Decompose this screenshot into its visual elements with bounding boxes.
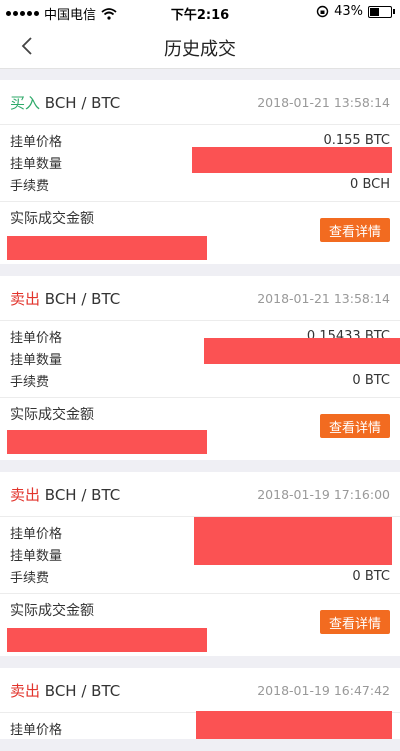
amount-label: 实际成交金额 <box>10 603 94 619</box>
pair-name: BCH / BTC <box>44 93 121 112</box>
order-header: 卖出 BCH / BTC 2018-01-21 13:58:14 <box>0 276 400 321</box>
qty-label: 挂单数量 <box>10 156 63 172</box>
fee-label: 手续费 <box>10 374 50 390</box>
order-header: 卖出 BCH / BTC 2018-01-19 16:47:42 <box>0 668 400 713</box>
price-row: 挂单价格 <box>0 711 400 739</box>
order-side: 买入 <box>10 93 41 112</box>
fee-row: 手续费 0 BTC <box>0 369 400 391</box>
order-pair: 卖出 BCH / BTC <box>10 680 120 701</box>
order-header: 买入 BCH / BTC 2018-01-21 13:58:14 <box>0 80 400 125</box>
order-card: 买入 BCH / BTC 2018-01-21 13:58:14 挂单价格 0.… <box>0 80 400 264</box>
redaction-block <box>7 430 207 454</box>
view-detail-button[interactable]: 查看详情 <box>320 414 390 438</box>
pair-name: BCH / BTC <box>44 289 121 308</box>
qty-row: 挂单数量 <box>0 338 400 369</box>
amount-section: 实际成交金额 查看详情 <box>0 593 400 656</box>
status-bar: 中国电信 下午2:16 43% <box>0 0 400 24</box>
fee-value: 0 BTC <box>352 568 390 584</box>
redaction-block <box>196 711 392 739</box>
status-right: 43% <box>316 4 395 19</box>
fee-value: 0 BCH <box>350 176 390 192</box>
price-label: 挂单价格 <box>10 134 63 150</box>
order-card: 卖出 BCH / BTC 2018-01-21 13:58:14 挂单价格 0.… <box>0 276 400 460</box>
redaction-block <box>7 628 207 652</box>
battery-icon <box>368 5 395 18</box>
redaction-block <box>204 338 400 364</box>
order-list: 买入 BCH / BTC 2018-01-21 13:58:14 挂单价格 0.… <box>0 80 400 751</box>
view-detail-button[interactable]: 查看详情 <box>320 218 390 242</box>
order-time: 2018-01-21 13:58:14 <box>257 94 390 110</box>
order-time: 2018-01-19 16:47:42 <box>257 682 390 698</box>
order-time: 2018-01-21 13:58:14 <box>257 290 390 306</box>
amount-label: 实际成交金额 <box>10 211 94 227</box>
fee-label: 手续费 <box>10 570 50 586</box>
qty-row: 挂单数量 <box>0 147 400 173</box>
fee-row: 手续费 0 BCH <box>0 173 400 195</box>
price-label: 挂单价格 <box>10 330 63 346</box>
qty-label: 挂单数量 <box>10 548 63 564</box>
order-side: 卖出 <box>10 681 41 700</box>
pair-name: BCH / BTC <box>44 681 121 700</box>
rotation-lock-icon <box>316 5 329 18</box>
view-detail-button[interactable]: 查看详情 <box>320 610 390 634</box>
order-pair: 买入 BCH / BTC <box>10 92 120 113</box>
redaction-block <box>7 236 207 260</box>
fee-row: 手续费 0 BTC <box>0 565 400 587</box>
nav-bar: 历史成交 <box>0 24 400 69</box>
qty-row: 挂单数量 <box>0 539 400 565</box>
order-header: 卖出 BCH / BTC 2018-01-19 17:16:00 <box>0 472 400 517</box>
order-card: 卖出 BCH / BTC 2018-01-19 17:16:00 挂单价格 挂单… <box>0 472 400 656</box>
page-title: 历史成交 <box>164 39 236 60</box>
fee-label: 手续费 <box>10 178 50 194</box>
pair-name: BCH / BTC <box>44 485 121 504</box>
order-side: 卖出 <box>10 289 41 308</box>
qty-label: 挂单数量 <box>10 352 63 368</box>
price-label: 挂单价格 <box>10 722 63 738</box>
redaction-block <box>192 147 392 173</box>
price-label: 挂单价格 <box>10 526 63 542</box>
amount-section: 实际成交金额 查看详情 <box>0 201 400 264</box>
fee-value: 0 BTC <box>352 372 390 388</box>
battery-percent: 43% <box>334 4 363 19</box>
price-value: 0.155 BTC <box>323 132 390 148</box>
order-time: 2018-01-19 17:16:00 <box>257 486 390 502</box>
back-arrow-icon[interactable] <box>14 32 42 60</box>
redaction-block <box>194 539 392 565</box>
amount-label: 实际成交金额 <box>10 407 94 423</box>
order-pair: 卖出 BCH / BTC <box>10 288 120 309</box>
order-side: 卖出 <box>10 485 41 504</box>
order-card: 卖出 BCH / BTC 2018-01-19 16:47:42 挂单价格 <box>0 668 400 739</box>
amount-section: 实际成交金额 查看详情 <box>0 397 400 460</box>
order-pair: 卖出 BCH / BTC <box>10 484 120 505</box>
